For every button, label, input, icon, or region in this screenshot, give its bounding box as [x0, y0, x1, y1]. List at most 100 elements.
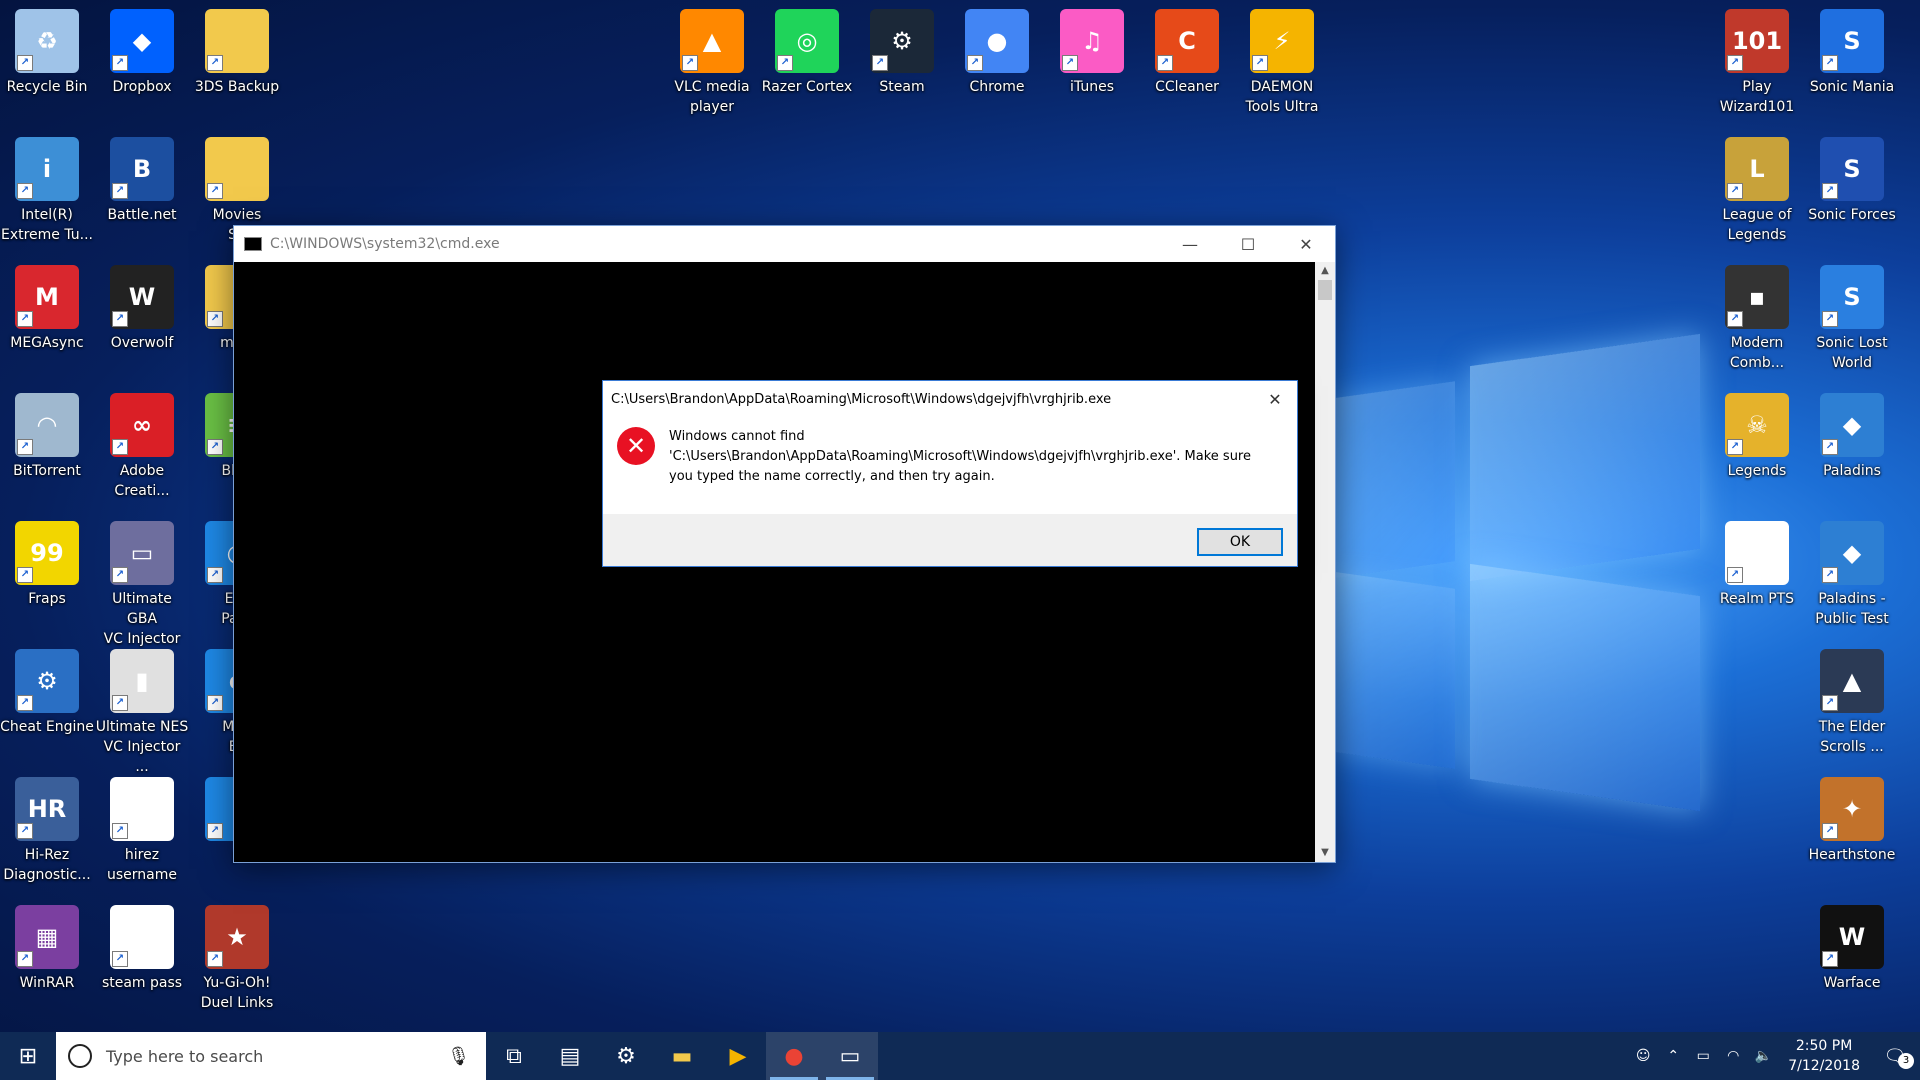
desktop-icon-label: steam pass	[101, 975, 183, 991]
shortcut-arrow-icon: ↗	[1727, 183, 1743, 199]
recycle-bin-icon: ♻ ↗	[15, 9, 79, 73]
desktop-icon-daemon-tools[interactable]: ⚡ ↗ DAEMON Tools Ultra	[1235, 5, 1329, 117]
clock[interactable]: 2:50 PM 7/12/2018	[1778, 1036, 1870, 1076]
battle-net-icon: B ↗	[110, 137, 174, 201]
microphone-icon[interactable]: 🎙	[447, 1046, 470, 1067]
play-wizard101-icon: 101 ↗	[1725, 9, 1789, 73]
desktop-icon-realm-pts[interactable]: ↗ Realm PTS	[1710, 517, 1804, 609]
taskbar-search[interactable]: Type here to search 🎙	[56, 1032, 486, 1080]
desktop-icon-play-wizard101[interactable]: 101 ↗ Play Wizard101	[1710, 5, 1804, 117]
scroll-thumb[interactable]	[1318, 280, 1332, 300]
desktop-icon-fraps[interactable]: 99 ↗ Fraps	[0, 517, 94, 609]
battery-icon[interactable]: ▭	[1688, 1048, 1718, 1064]
dialog-close-icon[interactable]: ✕	[1253, 390, 1297, 409]
scroll-down-icon[interactable]: ▼	[1315, 844, 1335, 862]
desktop-icon-label: hirez username	[107, 847, 177, 883]
desktop-icon-chrome[interactable]: ● ↗ Chrome	[950, 5, 1044, 97]
notification-badge: 3	[1898, 1052, 1914, 1069]
folder-icon: ▬	[671, 1043, 693, 1069]
error-dialog[interactable]: C:\Users\Brandon\AppData\Roaming\Microso…	[602, 380, 1298, 567]
error-dialog-titlebar[interactable]: C:\Users\Brandon\AppData\Roaming\Microso…	[603, 381, 1297, 417]
desktop-icon-elder-scrolls[interactable]: ▲ ↗ The Elder Scrolls ...	[1805, 645, 1899, 757]
vlc-icon: ▲ ↗	[680, 9, 744, 73]
desktop-icon-hearthstone[interactable]: ✦ ↗ Hearthstone	[1805, 773, 1899, 865]
taskbar-app-tablet[interactable]: ▤	[542, 1032, 598, 1080]
cheat-engine-icon: ⚙ ↗	[15, 649, 79, 713]
desktop-icon-bittorrent[interactable]: ◠ ↗ BitTorrent	[0, 389, 94, 481]
desktop-icon-vlc[interactable]: ▲ ↗ VLC media player	[665, 5, 759, 117]
people-icon[interactable]: ☺	[1628, 1048, 1658, 1064]
chevron-up-icon[interactable]: ⌃	[1658, 1048, 1688, 1064]
maximize-icon[interactable]: ☐	[1219, 226, 1277, 262]
desktop-icon-sonic-lost-world[interactable]: S ↗ Sonic Lost World	[1805, 261, 1899, 373]
desktop-icon-paladins-pts[interactable]: ◆ ↗ Paladins - Public Test	[1805, 517, 1899, 629]
taskbar-app-file-explorer[interactable]: ▬	[654, 1032, 710, 1080]
taskbar-app-settings[interactable]: ⚙	[598, 1032, 654, 1080]
taskbar-app-cmd[interactable]: ▭	[822, 1032, 878, 1080]
windows-logo-icon: ⊞	[18, 1043, 38, 1069]
desktop-icon-label: Dropbox	[112, 79, 172, 95]
shortcut-arrow-icon: ↗	[207, 567, 223, 583]
desktop-icon-yugioh[interactable]: ★ ↗ Yu-Gi-Oh! Duel Links	[190, 901, 284, 1013]
modern-combat-icon: ▪ ↗	[1725, 265, 1789, 329]
desktop-icon-warface[interactable]: W ↗ Warface	[1805, 901, 1899, 993]
desktop-icon-cheat-engine[interactable]: ⚙ ↗ Cheat Engine	[0, 645, 94, 737]
desktop-icon-ccleaner[interactable]: C ↗ CCleaner	[1140, 5, 1234, 97]
desktop-icon-battle-net[interactable]: B ↗ Battle.net	[95, 133, 189, 225]
desktop-icon-adobe-creative[interactable]: ∞ ↗ Adobe Creati...	[95, 389, 189, 501]
desktop-icon-steam-pass[interactable]: ↗ steam pass	[95, 901, 189, 993]
start-button[interactable]: ⊞	[0, 1032, 56, 1080]
desktop-icon-dropbox[interactable]: ◆ ↗ Dropbox	[95, 5, 189, 97]
desktop-icon-intel-xtu[interactable]: i ↗ Intel(R) Extreme Tu...	[0, 133, 94, 245]
minimize-icon[interactable]: —	[1161, 226, 1219, 262]
desktop-icon-recycle-bin[interactable]: ♻ ↗ Recycle Bin	[0, 5, 94, 97]
cmd-titlebar[interactable]: C:\WINDOWS\system32\cmd.exe — ☐ ✕	[234, 226, 1335, 262]
ok-button[interactable]: OK	[1197, 528, 1283, 556]
task-view-button[interactable]: ⧉	[486, 1032, 542, 1080]
wifi-icon[interactable]: ◠	[1718, 1048, 1748, 1064]
desktop-icon-steam[interactable]: ⚙ ↗ Steam	[855, 5, 949, 97]
desktop-icon-league-of-legends[interactable]: L ↗ League of Legends	[1710, 133, 1804, 245]
desktop-icon-itunes[interactable]: ♫ ↗ iTunes	[1045, 5, 1139, 97]
action-center-button[interactable]: 🗨 3	[1870, 1046, 1920, 1069]
system-tray: ☺ ⌃ ▭ ◠ 🔈 2:50 PM 7/12/2018 🗨 3	[1628, 1032, 1920, 1080]
shortcut-arrow-icon: ↗	[207, 951, 223, 967]
desktop-icon-sonic-forces[interactable]: S ↗ Sonic Forces	[1805, 133, 1899, 225]
task-view-icon: ⧉	[506, 1043, 522, 1069]
desktop-icon-razer-cortex[interactable]: ◎ ↗ Razer Cortex	[760, 5, 854, 97]
ultimate-nes-icon: ▮ ↗	[110, 649, 174, 713]
desktop-icon-label: The Elder Scrolls ...	[1818, 719, 1886, 755]
desktop-icon-modern-combat[interactable]: ▪ ↗ Modern Comb...	[1710, 261, 1804, 373]
taskbar-app-chrome[interactable]: ●	[766, 1032, 822, 1080]
desktop-icon-label: Cheat Engine	[0, 719, 94, 735]
desktop-icon-overwolf[interactable]: W ↗ Overwolf	[95, 261, 189, 353]
cmd-scrollbar[interactable]: ▲ ▼	[1315, 262, 1335, 862]
desktop-icon-label: WinRAR	[19, 975, 75, 991]
desktop-icon-megasync[interactable]: M ↗ MEGAsync	[0, 261, 94, 353]
megasync-icon: M ↗	[15, 265, 79, 329]
desktop-icon-label: Paladins	[1823, 463, 1881, 479]
desktop-icon-hi-rez-diag[interactable]: HR ↗ Hi-Rez Diagnostic...	[0, 773, 94, 885]
desktop-icon-winrar[interactable]: ▦ ↗ WinRAR	[0, 901, 94, 993]
shortcut-arrow-icon: ↗	[207, 695, 223, 711]
desktop-icon-label: Recycle Bin	[6, 79, 88, 95]
desktop-icon-hirez-username[interactable]: ↗ hirez username	[95, 773, 189, 885]
desktop-icon-sonic-mania[interactable]: S ↗ Sonic Mania	[1805, 5, 1899, 97]
gear-icon: ⚙	[616, 1043, 636, 1069]
taskbar-app-media-player[interactable]: ▶	[710, 1032, 766, 1080]
shortcut-arrow-icon: ↗	[1822, 951, 1838, 967]
error-message-line1: Windows cannot find	[669, 429, 805, 444]
volume-icon[interactable]: 🔈	[1748, 1048, 1778, 1064]
winrar-icon: ▦ ↗	[15, 905, 79, 969]
hi-rez-diag-icon: HR ↗	[15, 777, 79, 841]
razer-cortex-icon: ◎ ↗	[775, 9, 839, 73]
desktop-icon-legends[interactable]: ☠ ↗ Legends	[1710, 389, 1804, 481]
close-icon[interactable]: ✕	[1277, 226, 1335, 262]
paladins-icon: ◆ ↗	[1820, 393, 1884, 457]
desktop-icon-ultimate-nes[interactable]: ▮ ↗ Ultimate NES VC Injector ...	[95, 645, 189, 777]
ccleaner-icon: C ↗	[1155, 9, 1219, 73]
scroll-up-icon[interactable]: ▲	[1315, 262, 1335, 280]
shortcut-arrow-icon: ↗	[112, 55, 128, 71]
desktop-icon-paladins[interactable]: ◆ ↗ Paladins	[1805, 389, 1899, 481]
desktop-icon-3ds-backup[interactable]: ↗ 3DS Backup	[190, 5, 284, 97]
